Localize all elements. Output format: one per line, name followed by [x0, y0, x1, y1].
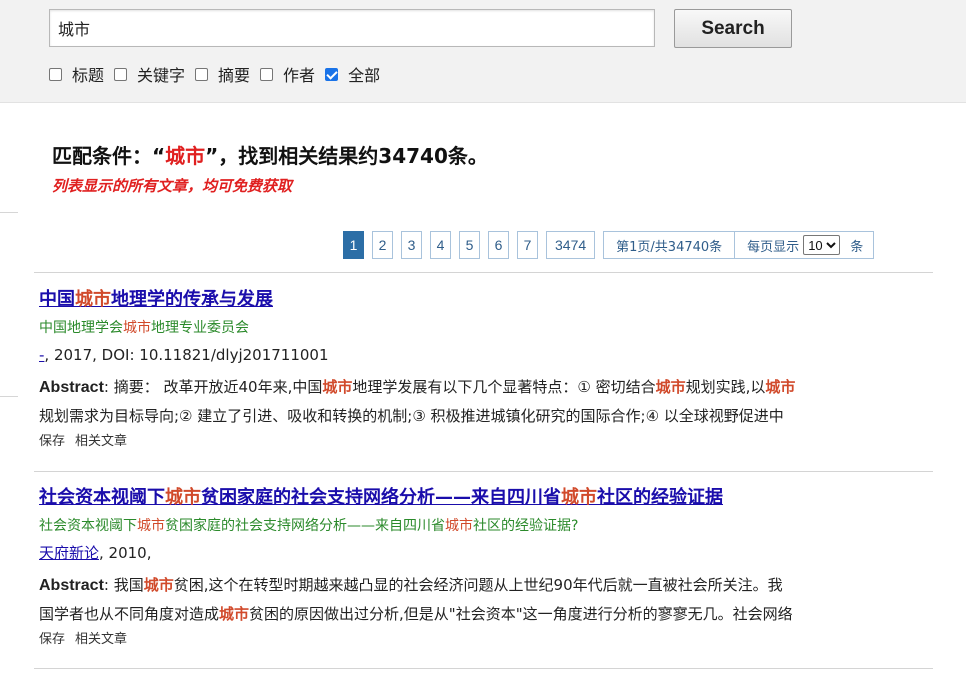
page-info: 第1页/共34740条: [603, 231, 736, 259]
summary-prefix: 匹配条件：“: [52, 144, 166, 168]
search-button[interactable]: Search: [674, 9, 792, 48]
free-access-notice: 列表显示的所有文章，均可免费获取: [52, 177, 293, 195]
result-title-link[interactable]: 中国城市地理学的传承与发展: [39, 288, 929, 312]
result-source: 社会资本视阈下城市贫困家庭的社会支持网络分析——来自四川省城市社区的经验证据?: [39, 516, 929, 536]
side-divider: [0, 212, 18, 213]
meta-text: , 2017, DOI: 10.11821/dlyj201711001: [44, 346, 329, 364]
save-link[interactable]: 保存: [39, 432, 65, 452]
page-last-button[interactable]: 3474: [546, 231, 596, 259]
filter-abstract-checkbox[interactable]: [195, 67, 209, 81]
abstract-text: 规划实践,以: [685, 378, 766, 396]
per-page-unit: 条: [850, 239, 864, 255]
filter-author-checkbox[interactable]: [260, 67, 274, 81]
filter-title-label: 标题: [72, 66, 105, 85]
filter-all[interactable]: 全部: [325, 62, 380, 86]
per-page-select[interactable]: 10: [803, 235, 841, 255]
summary-keyword: 城市: [165, 144, 206, 168]
title-highlight: 城市: [75, 289, 111, 310]
source-text: 社会资本视阈下: [39, 518, 137, 534]
related-articles-link[interactable]: 相关文章: [75, 432, 127, 452]
filter-abstract[interactable]: 摘要: [195, 62, 250, 86]
abstract-highlight: 城市: [655, 378, 686, 396]
abstract-text: 地理学发展有以下几个显著特点：① 密切结合: [352, 378, 656, 396]
filter-all-checkbox[interactable]: [325, 67, 339, 81]
abstract-label: Abstract: [39, 379, 104, 396]
source-text: 贫困家庭的社会支持网络分析——来自四川省: [165, 518, 445, 534]
page-3-button[interactable]: 3: [401, 231, 422, 259]
result-item: 社会资本视阈下城市贫困家庭的社会支持网络分析——来自四川省城市社区的经验证据 社…: [39, 486, 929, 650]
page-4-button[interactable]: 4: [430, 231, 451, 259]
filter-keyword-checkbox[interactable]: [114, 67, 128, 81]
search-input[interactable]: [49, 9, 655, 47]
results-divider: [34, 272, 933, 273]
abstract-highlight: 城市: [219, 605, 250, 623]
per-page-label: 每页显示: [747, 239, 800, 255]
filter-all-label: 全部: [348, 66, 381, 85]
result-actions: 保存 相关文章: [39, 630, 929, 650]
source-highlight: 城市: [445, 518, 473, 534]
source-highlight: 城市: [123, 320, 151, 336]
title-text: 地理学的传承与发展: [111, 289, 273, 310]
page-2-button[interactable]: 2: [372, 231, 393, 259]
abstract-text: : 摘要： 改革开放近40年来,中国: [103, 378, 323, 396]
filter-title-checkbox[interactable]: [49, 67, 62, 81]
abstract-text: : 我国: [103, 576, 144, 594]
summary-suffix: ”，找到相关结果约34740条。: [205, 144, 488, 168]
abstract-highlight: 城市: [143, 576, 174, 594]
result-source: 中国地理学会城市地理专业委员会: [39, 318, 929, 338]
source-text: 社区的经验证据?: [473, 518, 579, 534]
source-text: 地理专业委员会: [151, 320, 249, 336]
title-text: 社区的经验证据: [597, 487, 723, 508]
abstract-highlight: 城市: [322, 378, 353, 396]
result-title-link[interactable]: 社会资本视阈下城市贫困家庭的社会支持网络分析——来自四川省城市社区的经验证据: [39, 486, 929, 510]
page-7-button[interactable]: 7: [517, 231, 538, 259]
related-articles-link[interactable]: 相关文章: [75, 630, 127, 650]
result-abstract: Abstract: 摘要： 改革开放近40年来,中国城市地理学发展有以下几个显著…: [39, 373, 929, 431]
title-highlight: 城市: [561, 487, 597, 508]
search-header: Search 标题 关键字 摘要 作者 全部: [0, 0, 966, 103]
result-item: 中国城市地理学的传承与发展 中国地理学会城市地理专业委员会 -, 2017, D…: [39, 288, 929, 452]
abstract-text: 贫困的原因做出过分析,但是从"社会资本"这一角度进行分析的寥寥无几。社会网络: [249, 605, 793, 623]
result-actions: 保存 相关文章: [39, 432, 929, 452]
result-meta: -, 2017, DOI: 10.11821/dlyj201711001: [39, 345, 929, 365]
journal-link[interactable]: 天府新论: [39, 544, 99, 562]
per-page-control: 每页显示 10 条: [734, 231, 875, 259]
abstract-text: 贫困,这个在转型时期越来越凸显的社会经济问题从上世纪90年代后就一直被社会所关注…: [173, 576, 783, 594]
title-text: 中国: [39, 289, 75, 310]
abstract-label: Abstract: [39, 577, 104, 594]
side-divider: [0, 396, 18, 397]
abstract-text: 规划需求为目标导向;② 建立了引进、吸收和转换的机制;③ 积极推进城镇化研究的国…: [39, 407, 784, 425]
abstract-highlight: 城市: [765, 378, 796, 396]
result-meta: 天府新论, 2010,: [39, 543, 929, 563]
search-scope-filters: 标题 关键字 摘要 作者 全部: [49, 62, 390, 86]
title-text: 贫困家庭的社会支持网络分析——来自四川省: [201, 487, 561, 508]
page-1-button[interactable]: 1: [343, 231, 364, 259]
filter-keyword[interactable]: 关键字: [114, 62, 185, 86]
filter-author[interactable]: 作者: [260, 62, 315, 86]
filter-keyword-label: 关键字: [137, 66, 186, 85]
source-highlight: 城市: [137, 518, 165, 534]
result-summary: 匹配条件：“城市”，找到相关结果约34740条。: [52, 140, 488, 169]
results-divider: [34, 668, 933, 669]
meta-text: , 2010,: [99, 544, 152, 562]
result-abstract: Abstract: 我国城市贫困,这个在转型时期越来越凸显的社会经济问题从上世纪…: [39, 571, 929, 629]
page-5-button[interactable]: 5: [459, 231, 480, 259]
filter-title[interactable]: 标题: [49, 62, 104, 86]
title-text: 社会资本视阈下: [39, 487, 165, 508]
title-highlight: 城市: [165, 487, 201, 508]
page-6-button[interactable]: 6: [488, 231, 509, 259]
source-text: 中国地理学会: [39, 320, 123, 336]
save-link[interactable]: 保存: [39, 630, 65, 650]
abstract-text: 国学者也从不同角度对造成: [39, 605, 220, 623]
results-divider: [34, 471, 933, 472]
filter-abstract-label: 摘要: [218, 66, 251, 85]
pagination: 1 2 3 4 5 6 7 3474 第1页/共34740条 每页显示 10 条: [343, 231, 882, 259]
filter-author-label: 作者: [283, 66, 316, 85]
